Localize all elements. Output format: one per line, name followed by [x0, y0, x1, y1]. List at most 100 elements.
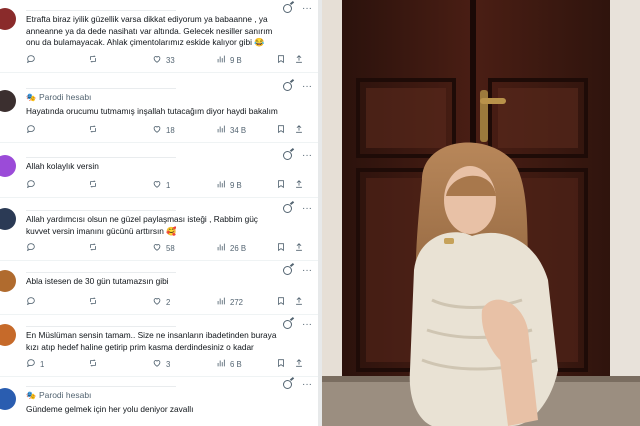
views-button[interactable]: 272: [216, 296, 243, 308]
bookmark-icon: [276, 242, 286, 254]
share-button[interactable]: [294, 54, 304, 66]
bar-chart-icon: [216, 124, 226, 136]
like-button[interactable]: 3: [152, 358, 170, 370]
share-icon: [294, 242, 304, 254]
grok-icon[interactable]: [283, 266, 292, 275]
likes-count: 3: [166, 359, 171, 369]
reply-text: Allah yardımcısı olsun ne güzel paylaşma…: [26, 214, 258, 236]
author-name-placeholder: [26, 147, 176, 158]
views-button[interactable]: 9 B: [216, 54, 242, 66]
views-button[interactable]: 26 B: [216, 242, 246, 254]
more-icon[interactable]: ···: [302, 320, 312, 330]
parody-label-text: Parodi hesabı: [38, 390, 92, 400]
author-name-placeholder: [26, 200, 176, 211]
avatar[interactable]: [0, 155, 16, 177]
reply-actions: 18 34 B: [26, 124, 310, 138]
views-count: 34 B: [230, 125, 247, 135]
avatar[interactable]: [0, 208, 16, 230]
like-button[interactable]: 33: [152, 54, 175, 66]
parody-account-label: 🎭 Parodi hesabı: [26, 92, 91, 102]
share-button[interactable]: [294, 242, 304, 254]
views-button[interactable]: 9 B: [216, 179, 242, 191]
reply-item[interactable]: ··· Etrafta biraz iyilik güzellik varsa d…: [0, 0, 318, 73]
avatar[interactable]: [0, 388, 16, 410]
reply-item[interactable]: ··· Allah kolaylık versin 1 9 B: [0, 147, 318, 198]
likes-count: 18: [166, 125, 175, 135]
heart-icon: [152, 296, 162, 308]
author-name-placeholder: [26, 262, 176, 273]
more-icon[interactable]: ···: [302, 204, 312, 214]
bookmark-button[interactable]: [276, 242, 286, 254]
more-icon[interactable]: ···: [302, 82, 312, 92]
more-icon[interactable]: ···: [302, 380, 312, 390]
repost-button[interactable]: [88, 242, 102, 254]
comment-icon: [26, 54, 36, 66]
reply-item[interactable]: ··· En Müslüman sensin tamam.. Size ne in…: [0, 316, 318, 377]
share-icon: [294, 296, 304, 308]
comment-icon: [26, 358, 36, 370]
like-button[interactable]: 1: [152, 179, 170, 191]
reply-actions: 33 9 B: [26, 54, 310, 68]
comment-icon: [26, 179, 36, 191]
grok-icon[interactable]: [283, 320, 292, 329]
repost-button[interactable]: [88, 296, 102, 308]
share-button[interactable]: [294, 296, 304, 308]
repost-button[interactable]: [88, 179, 102, 191]
more-icon[interactable]: ···: [302, 266, 312, 276]
avatar[interactable]: [0, 270, 16, 292]
theater-masks-icon: 🎭: [26, 92, 36, 102]
reply-text: Hayatında orucumu tutmamış inşallah tuta…: [26, 106, 278, 116]
bookmark-button[interactable]: [276, 296, 286, 308]
like-button[interactable]: 58: [152, 242, 175, 254]
like-button[interactable]: 18: [152, 124, 175, 136]
reply-text: Abla istesen de 30 gün tutamazsın gibi: [26, 276, 169, 286]
reply-button[interactable]: 1: [26, 358, 44, 370]
repost-button[interactable]: [88, 54, 102, 66]
repost-button[interactable]: [88, 358, 102, 370]
share-button[interactable]: [294, 358, 304, 370]
views-count: 272: [230, 297, 244, 307]
bookmark-button[interactable]: [276, 179, 286, 191]
author-name-placeholder: [26, 316, 176, 327]
bookmark-icon: [276, 124, 286, 136]
comment-icon: [26, 124, 36, 136]
reply-button[interactable]: [26, 54, 40, 66]
reply-actions: 1 3 6 B: [26, 358, 310, 372]
reply-item[interactable]: 🎭 Parodi hesabı ··· Gündeme gelmek için her…: [0, 378, 318, 426]
grok-icon[interactable]: [283, 151, 292, 160]
share-button[interactable]: [294, 179, 304, 191]
views-button[interactable]: 34 B: [216, 124, 246, 136]
avatar[interactable]: [0, 324, 16, 346]
bookmark-button[interactable]: [276, 358, 286, 370]
grok-icon[interactable]: [283, 82, 292, 91]
bar-chart-icon: [216, 179, 226, 191]
share-icon: [294, 179, 304, 191]
avatar[interactable]: [0, 8, 16, 30]
reply-button[interactable]: [26, 296, 40, 308]
heart-icon: [152, 54, 162, 66]
repost-button[interactable]: [88, 124, 102, 136]
reply-button[interactable]: [26, 124, 40, 136]
repost-icon: [88, 124, 98, 136]
more-icon[interactable]: ···: [302, 151, 312, 161]
reply-text: Allah kolaylık versin: [26, 161, 99, 171]
author-name-placeholder: [26, 78, 176, 89]
reply-button[interactable]: [26, 242, 40, 254]
views-count: 26 B: [230, 243, 247, 253]
reply-item[interactable]: ··· Abla istesen de 30 gün tutamazsın gib…: [0, 262, 318, 315]
heart-icon: [152, 179, 162, 191]
grok-icon[interactable]: [283, 380, 292, 389]
grok-icon[interactable]: [283, 204, 292, 213]
bookmark-button[interactable]: [276, 54, 286, 66]
reply-button[interactable]: [26, 179, 40, 191]
reply-item[interactable]: 🎭 Parodi hesabı ··· Hayatında orucumu tutma…: [0, 80, 318, 143]
replies-count: 1: [40, 359, 45, 369]
share-button[interactable]: [294, 124, 304, 136]
reply-item[interactable]: ··· Allah yardımcısı olsun ne güzel payla…: [0, 200, 318, 261]
like-button[interactable]: 2: [152, 296, 170, 308]
more-icon[interactable]: ···: [302, 4, 312, 14]
bookmark-button[interactable]: [276, 124, 286, 136]
grok-icon[interactable]: [283, 4, 292, 13]
views-button[interactable]: 6 B: [216, 358, 242, 370]
avatar[interactable]: [0, 90, 16, 112]
